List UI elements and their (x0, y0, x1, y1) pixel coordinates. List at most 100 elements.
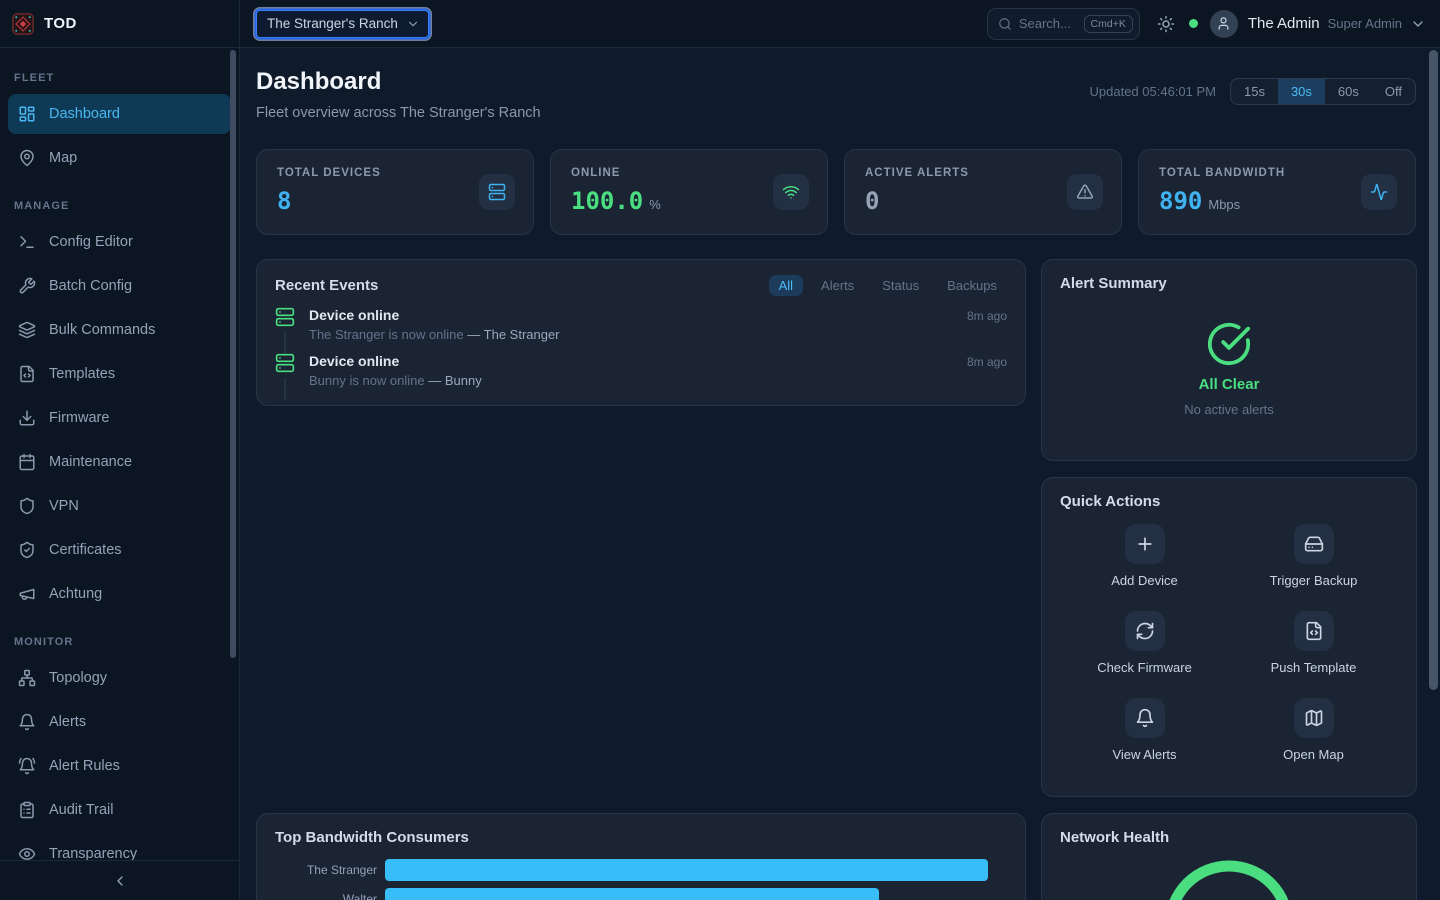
tod-logo-icon (12, 13, 34, 35)
network-icon (18, 669, 36, 687)
stat-unit: Mbps (1208, 197, 1240, 212)
search-shortcut-badge: Cmd+K (1084, 15, 1133, 33)
quick-action-icon-tile (1125, 698, 1165, 738)
network-health-title: Network Health (1060, 829, 1398, 846)
main-scrollbar[interactable] (1429, 50, 1438, 690)
wifi-icon (782, 183, 800, 201)
quick-actions-title: Quick Actions (1060, 493, 1398, 510)
event-filters: All Alerts Status Backups (769, 275, 1007, 296)
stat-value: 0 (865, 187, 879, 215)
add-device-button[interactable]: Add Device (1060, 524, 1229, 588)
events-filter-alerts[interactable]: Alerts (811, 275, 864, 296)
push-template-button[interactable]: Push Template (1229, 611, 1398, 675)
theme-toggle-sun-icon[interactable] (1157, 15, 1175, 33)
event-device-name: — The Stranger (467, 327, 559, 342)
sidebar-item-achtung[interactable]: Achtung (8, 574, 231, 614)
open-map-button[interactable]: Open Map (1229, 698, 1398, 762)
activity-icon (1370, 183, 1388, 201)
shield-icon (18, 497, 36, 515)
quick-action-label: View Alerts (1112, 747, 1176, 762)
sidebar-section-fleet: FLEET (8, 54, 231, 94)
stat-label: ONLINE (571, 167, 807, 179)
sidebar-item-vpn[interactable]: VPN (8, 486, 231, 526)
stat-value-row: 890Mbps (1159, 187, 1395, 215)
event-description: The Stranger is now online — The Strange… (309, 327, 1007, 342)
sidebar-item-config-editor[interactable]: Config Editor (8, 222, 231, 262)
layout-dashboard-icon (18, 105, 36, 123)
sidebar-item-certificates[interactable]: Certificates (8, 530, 231, 570)
search-input[interactable] (1019, 16, 1077, 31)
refresh-interval-group: 15s30s60sOff (1230, 78, 1416, 105)
stat-icon-tile (773, 174, 809, 210)
sidebar-item-audit-trail[interactable]: Audit Trail (8, 790, 231, 830)
brand: TOD (0, 0, 240, 47)
sidebar-item-maintenance[interactable]: Maintenance (8, 442, 231, 482)
org-select[interactable]: The Stranger's Ranch (256, 10, 429, 38)
sidebar-item-label: Firmware (49, 410, 109, 426)
server-icon (275, 353, 295, 373)
stat-value: 100.0 (571, 187, 643, 215)
sidebar-scrollbar[interactable] (230, 50, 236, 658)
sidebar-item-topology[interactable]: Topology (8, 658, 231, 698)
calendar-icon (18, 453, 36, 471)
search-box[interactable]: Cmd+K (987, 8, 1140, 40)
check-firmware-button[interactable]: Check Firmware (1060, 611, 1229, 675)
events-filter-all[interactable]: All (769, 275, 803, 296)
network-health-card: Network Health 100 (1041, 813, 1417, 900)
sidebar-item-alert-rules[interactable]: Alert Rules (8, 746, 231, 786)
user-role-badge: Super Admin (1328, 16, 1402, 31)
alert-detail-text: No active alerts (1184, 402, 1274, 417)
event-message: The Stranger is now online (309, 327, 467, 342)
page-title: Dashboard (256, 68, 541, 96)
quick-action-icon-tile (1294, 611, 1334, 651)
quick-action-label: Trigger Backup (1270, 573, 1358, 588)
bell-ring-icon (18, 757, 36, 775)
quick-action-label: Open Map (1283, 747, 1344, 762)
sidebar-item-firmware[interactable]: Firmware (8, 398, 231, 438)
refresh-option-15s[interactable]: 15s (1231, 79, 1278, 104)
bar (385, 888, 879, 900)
stat-card-online: ONLINE 100.0% (550, 149, 828, 235)
event-icon-column (275, 353, 295, 388)
view-alerts-button[interactable]: View Alerts (1060, 698, 1229, 762)
sidebar-item-bulk-commands[interactable]: Bulk Commands (8, 310, 231, 350)
quick-actions-grid: Add Device Trigger Backup Check FirmwarePu… (1060, 524, 1398, 762)
layers-icon (18, 321, 36, 339)
quick-action-label: Add Device (1111, 573, 1177, 588)
avatar[interactable] (1210, 10, 1238, 38)
sidebar-item-map[interactable]: Map (8, 138, 231, 178)
event-icon-column (275, 307, 295, 342)
sidebar-item-label: Bulk Commands (49, 322, 155, 338)
refresh-cw-icon (1135, 621, 1155, 641)
user-icon (1216, 16, 1231, 31)
events-filter-backups[interactable]: Backups (937, 275, 1007, 296)
refresh-option-30s[interactable]: 30s (1278, 79, 1325, 104)
sidebar-item-label: Alerts (49, 714, 86, 730)
sidebar-item-dashboard[interactable]: Dashboard (8, 94, 231, 134)
hard-drive-icon (1304, 534, 1324, 554)
sidebar-item-batch-config[interactable]: Batch Config (8, 266, 231, 306)
sidebar: FLEETDashboardMapMANAGEConfig EditorBatc… (0, 48, 240, 900)
plus-icon (1135, 534, 1155, 554)
event-message: Bunny is now online (309, 373, 428, 388)
brand-name: TOD (44, 15, 77, 32)
refresh-option-60s[interactable]: 60s (1325, 79, 1372, 104)
sidebar-item-alerts[interactable]: Alerts (8, 702, 231, 742)
bandwidth-bar-row: The Stranger (275, 859, 1007, 881)
sidebar-item-templates[interactable]: Templates (8, 354, 231, 394)
stat-icon-tile (1361, 174, 1397, 210)
refresh-option-off[interactable]: Off (1372, 79, 1415, 104)
bar (385, 859, 988, 881)
bandwidth-bars: The StrangerWalter (275, 859, 1007, 900)
quick-actions-card: Quick Actions Add Device Trigger Backup Ch… (1041, 477, 1417, 797)
stat-value-row: 100.0% (571, 187, 807, 215)
events-filter-status[interactable]: Status (872, 275, 929, 296)
trigger-backup-button[interactable]: Trigger Backup (1229, 524, 1398, 588)
sidebar-collapse-button[interactable] (0, 860, 239, 900)
network-health-value: 100 (1164, 860, 1294, 900)
user-name: The Admin (1248, 15, 1320, 32)
event-item: Device online8m agoBunny is now online —… (275, 353, 1007, 388)
sidebar-item-label: Certificates (49, 542, 122, 558)
user-menu-chevron-down-icon[interactable] (1410, 16, 1426, 32)
quick-action-icon-tile (1125, 611, 1165, 651)
